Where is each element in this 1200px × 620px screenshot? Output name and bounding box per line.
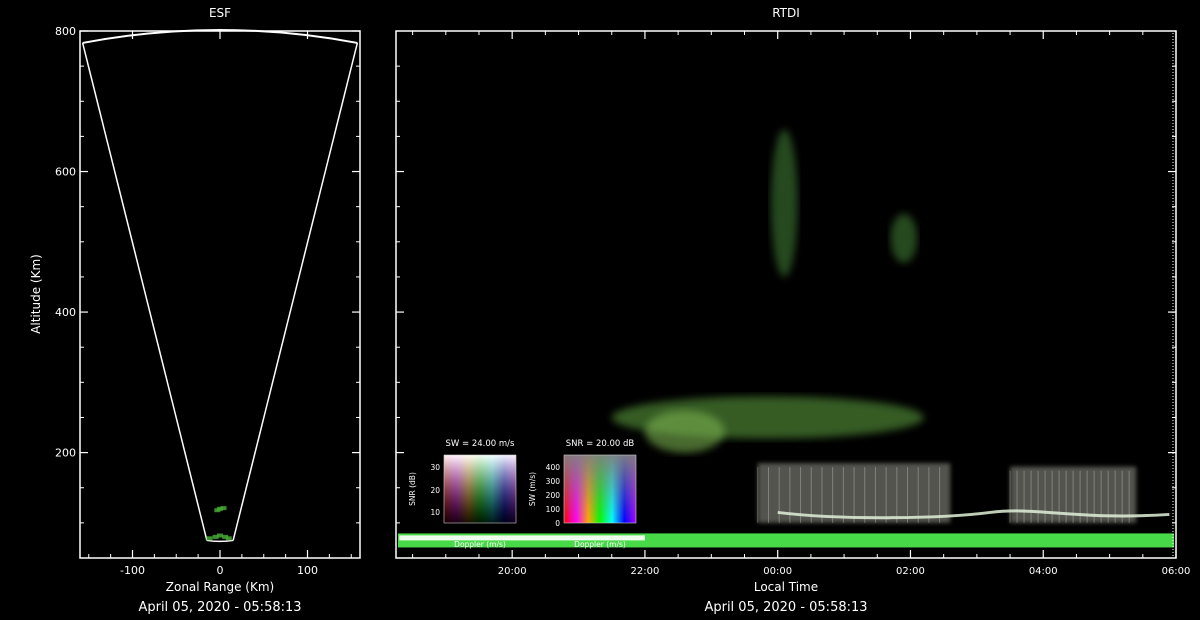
esf-panel: ESF 200 400 600 800 -100 0 100 Zonal Range (Km… [29,6,361,615]
rtdi-plume-3 [771,129,798,277]
legend2-ytick-3: 100 [546,505,561,514]
legend1-ytick-2: 10 [430,508,440,517]
rtdi-plume-2 [644,410,725,453]
esf-footer: April 05, 2020 - 05:58:13 [138,600,301,615]
rtdi-xtick-label-3: 02:00 [896,566,925,577]
esf-ylabel: Altitude (Km) [29,254,43,334]
esf-fan [81,29,359,543]
legend2-title: SNR = 20.00 dB [566,439,635,449]
rtdi-title: RTDI [772,6,800,20]
rtdi-footer: April 05, 2020 - 05:58:13 [704,600,867,615]
esf-fan-bottom-arc [206,539,234,543]
legend1-xlabel: Doppler (m/s) [454,540,506,549]
esf-echo-3 [206,536,213,541]
esf-echo-6 [214,508,221,513]
legend2-gray-fade [564,455,636,523]
legend2-xlabel: Doppler (m/s) [574,540,626,549]
legend-snr-doppler: SW = 24.00 m/s 30 20 10 SNR (dB) Doppler… [408,439,517,549]
rtdi-plume-4 [890,213,918,263]
rtdi-xtick-label-5: 06:00 [1162,566,1191,577]
esf-xtick-label-0: -100 [120,564,145,577]
esf-xlabel: Zonal Range (Km) [166,580,274,594]
esf-echo-7 [220,506,227,511]
rtdi-panel: RTDI 20:00 22:00 00:00 02:00 04:00 06:00 Loca… [395,6,1191,615]
esf-ytick-label-2: 600 [55,166,76,179]
esf-echoes [206,506,232,541]
esf-ytick-label-0: 200 [55,447,76,460]
esf-echo-4 [225,536,232,541]
esf-xtick-label-1: 0 [217,564,224,577]
esf-echo-1 [217,533,223,538]
esf-fan-left-edge [81,42,208,541]
legend1-ylabel: SNR (dB) [408,472,417,506]
legend1-ytick-0: 30 [430,463,440,472]
esf-xtick-label-2: 100 [297,564,318,577]
legend1-title: SW = 24.00 m/s [446,439,516,449]
legend2-ytick-0: 400 [546,463,561,472]
rtdi-xlabel: Local Time [754,580,818,594]
legend-sw-doppler: SNR = 20.00 dB 400 300 200 100 0 SW (m/s… [528,439,637,549]
legend2-ytick-2: 200 [546,491,561,500]
rtdi-xtick-label-4: 04:00 [1029,566,1058,577]
esf-ticks: 200 400 600 800 -100 0 100 [55,25,360,577]
esf-ytick-label-3: 800 [55,25,76,38]
rtdi-xtick-label-0: 20:00 [498,566,527,577]
legend2-ylabel: SW (m/s) [528,472,537,506]
esf-ytick-label-1: 400 [55,306,76,319]
legend2-ytick-1: 300 [546,477,561,486]
rtdi-xtick-label-1: 22:00 [631,566,660,577]
esf-plot-frame [79,30,361,559]
legend1-ytick-1: 20 [430,486,440,495]
esf-title: ESF [209,6,231,20]
esf-rtdi-figure: ESF 200400600800-100 0 100 Zonal Range (Km… [29,6,1191,615]
legend1-dark-fade [444,455,516,523]
esf-fan-right-edge [232,42,359,541]
legend2-ytick-4: 0 [555,519,560,528]
rtdi-xtick-label-2: 00:00 [763,566,792,577]
